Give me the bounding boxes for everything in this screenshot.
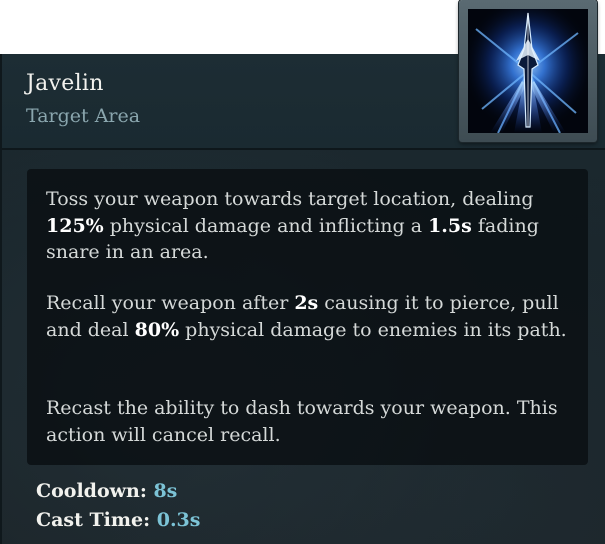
cast-time-value: 0.3s: [156, 509, 201, 531]
highlight-value: 125%: [46, 214, 104, 237]
description-paragraph-3: Recast the ability to dash towards your …: [46, 395, 571, 448]
ability-icon-frame: [459, 0, 597, 142]
cast-time-stat: Cast Time: 0.3s: [36, 509, 200, 531]
ability-targeting-type: Target Area: [26, 105, 141, 127]
description-paragraph-2: Recall your weapon after 2s causing it t…: [46, 290, 571, 343]
description-text: physical damage and inflicting a: [103, 214, 429, 237]
ability-name: Javelin: [26, 71, 104, 96]
cooldown-value: 8s: [153, 480, 178, 502]
cooldown-label: Cooldown:: [36, 480, 147, 502]
highlight-value: 2s: [294, 292, 319, 314]
javelin-icon-art: [468, 9, 588, 133]
description-text: physical damage to enemies in its path.: [179, 318, 567, 341]
description-box: Toss your weapon towards target location…: [27, 169, 588, 465]
description-text: Toss your weapon towards target location…: [46, 188, 534, 210]
highlight-value: 80%: [134, 318, 180, 341]
cooldown-stat: Cooldown: 8s: [36, 480, 177, 502]
highlight-value: 1.5s: [428, 214, 472, 237]
description-paragraph-1: Toss your weapon towards target location…: [46, 186, 571, 266]
cast-time-label: Cast Time:: [36, 509, 151, 531]
description-text: Recast the ability to dash towards your …: [46, 397, 558, 446]
tooltip-left-edge: [0, 54, 2, 544]
javelin-ability-icon: [468, 9, 588, 133]
header-divider: [0, 148, 605, 150]
description-text: Recall your weapon after: [46, 292, 295, 314]
